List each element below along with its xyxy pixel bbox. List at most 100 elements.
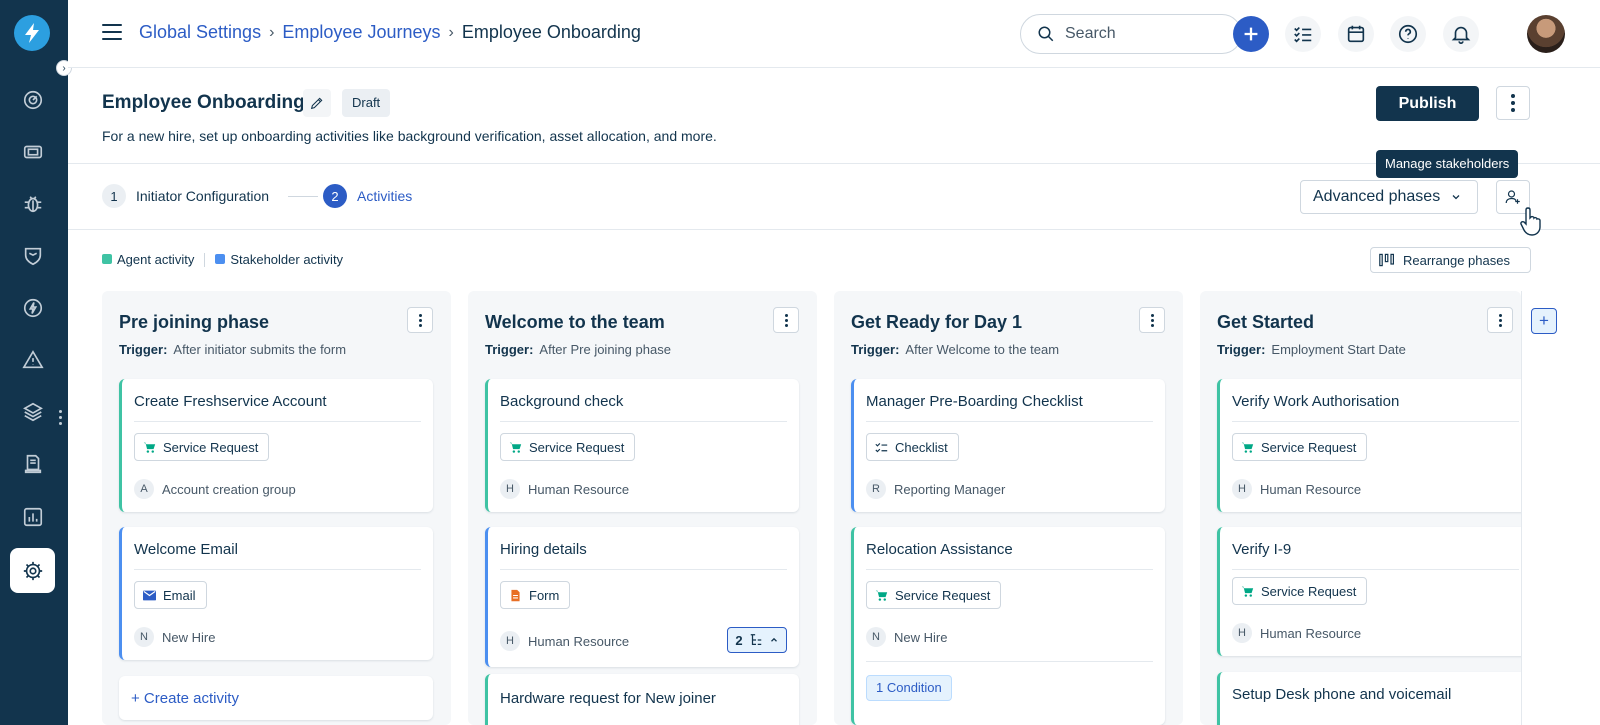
rearrange-phases-button[interactable]: Rearrange phases	[1370, 247, 1531, 273]
stepper: 1 Initiator Configuration 2 Activities A…	[68, 164, 1600, 230]
breadcrumb-separator-icon: ›	[448, 23, 454, 41]
search-icon	[1038, 26, 1054, 42]
activity-type-tag: Checklist	[866, 433, 959, 461]
activity-assignee: H Human Resource	[500, 479, 629, 499]
phase-more-button[interactable]	[773, 307, 799, 333]
activity-title: Hardware request for New joiner	[500, 690, 716, 707]
assignee-name: Human Resource	[528, 481, 630, 497]
assignee-name: Account creation group	[162, 481, 296, 497]
tree-icon	[750, 634, 761, 645]
activity-title: Verify Work Authorisation	[1232, 393, 1400, 410]
condition-badge[interactable]: 1 Condition	[866, 675, 952, 701]
activity-type-tag: Email	[134, 581, 207, 609]
bell-icon	[1451, 26, 1471, 44]
activity-card[interactable]: Verify Work Authorisation Service Reques…	[1217, 379, 1521, 512]
help-button[interactable]	[1390, 16, 1426, 52]
publish-button[interactable]: Publish	[1376, 86, 1479, 121]
activity-assignee: N New Hire	[134, 627, 215, 647]
activity-assignee: R Reporting Manager	[866, 479, 1005, 499]
activity-type-tag: Form	[500, 581, 571, 609]
menu-hamburger-icon[interactable]	[102, 24, 122, 40]
assignee-initial: N	[866, 627, 886, 647]
legend-stakeholder: Stakeholder activity	[215, 252, 343, 267]
activity-assignee: A Account creation group	[134, 479, 296, 499]
sidebar-item-tickets[interactable]	[14, 133, 52, 171]
step-initiator-configuration[interactable]: 1 Initiator Configuration	[102, 184, 269, 208]
trigger-value: Employment Start Date	[1271, 342, 1406, 357]
tag-label: Service Request	[529, 439, 625, 455]
cart-icon	[509, 442, 522, 453]
sidebar-drag-handle-icon[interactable]	[59, 410, 63, 425]
freshservice-logo-icon[interactable]	[14, 15, 50, 51]
step-number: 1	[102, 184, 126, 208]
top-bar: Global Settings › Employee Journeys › Em…	[68, 0, 1600, 68]
activity-card[interactable]: Setup Desk phone and voicemail	[1217, 672, 1521, 725]
search-input[interactable]: Search	[1020, 14, 1242, 54]
breadcrumb: Global Settings › Employee Journeys › Em…	[139, 22, 641, 43]
sidebar-item-assets[interactable]	[14, 393, 52, 431]
avatar[interactable]	[1527, 15, 1565, 53]
sidebar-item-releases[interactable]	[14, 289, 52, 327]
activity-card[interactable]: Hiring details Form H Human Resource 2	[485, 527, 799, 667]
notifications-button[interactable]	[1443, 16, 1479, 52]
activity-card[interactable]: Hardware request for New joiner	[485, 674, 799, 725]
calendar-icon	[1347, 25, 1365, 43]
add-phase-column: +	[1521, 291, 1563, 725]
sidebar-item-dashboard[interactable]	[14, 81, 52, 119]
breadcrumb-link-global-settings[interactable]: Global Settings	[139, 22, 261, 43]
shield-icon	[24, 247, 42, 266]
add-user-icon	[1505, 190, 1520, 204]
todo-button[interactable]	[1285, 16, 1321, 52]
add-phase-button[interactable]: +	[1531, 308, 1557, 334]
phase-title: Get Started	[1217, 312, 1315, 332]
sidebar-item-alerts[interactable]	[14, 341, 52, 379]
phase-title: Welcome to the team	[485, 312, 665, 332]
trigger-label: Trigger:	[851, 342, 900, 357]
activity-assignee: H Human Resource	[1232, 623, 1361, 643]
layers-icon	[23, 402, 43, 422]
activity-card[interactable]: Create Freshservice Account Service Requ…	[119, 379, 433, 512]
activity-card[interactable]: Verify I-9 Service Request H Human Resour…	[1217, 527, 1521, 656]
activity-card[interactable]: Background check Service Request H Human …	[485, 379, 799, 512]
child-activities-toggle[interactable]: 2	[727, 627, 787, 653]
phase-more-button[interactable]	[407, 307, 433, 333]
new-item-button[interactable]	[1233, 16, 1269, 52]
sidebar-item-admin[interactable]	[10, 548, 55, 593]
checklist-icon	[1294, 26, 1312, 43]
lightning-circle-icon	[23, 298, 43, 318]
create-activity-button[interactable]: + Create activity	[119, 676, 433, 720]
edit-title-button[interactable]	[303, 89, 331, 117]
activity-type-tag: Service Request	[866, 581, 1002, 609]
calendar-button[interactable]	[1338, 16, 1374, 52]
activity-assignee: N New Hire	[866, 627, 947, 647]
step-activities[interactable]: 2 Activities	[323, 184, 412, 208]
plus-icon	[1244, 27, 1258, 41]
cart-icon	[143, 442, 156, 453]
activity-card[interactable]: Manager Pre-Boarding Checklist Checklist…	[851, 379, 1165, 512]
phase-more-button[interactable]	[1139, 307, 1165, 333]
activity-title: Setup Desk phone and voicemail	[1232, 686, 1452, 703]
phase-more-button[interactable]	[1487, 307, 1513, 333]
phase-trigger: Trigger: After Welcome to the team	[851, 342, 1059, 357]
more-options-button[interactable]	[1496, 86, 1530, 120]
sidebar-item-changes[interactable]	[14, 237, 52, 275]
phase-column: Get Started Trigger: Employment Start Dat…	[1200, 291, 1521, 725]
activity-title: Welcome Email	[134, 541, 238, 558]
step-label: Activities	[357, 188, 413, 204]
step-label: Initiator Configuration	[136, 188, 270, 204]
activity-type-tag: Service Request	[1232, 577, 1368, 605]
activity-card[interactable]: Welcome Email Email N New Hire	[119, 527, 433, 660]
sidebar-item-solutions[interactable]	[14, 445, 52, 483]
activity-title: Relocation Assistance	[866, 541, 1013, 558]
sidebar-item-reports[interactable]	[14, 498, 52, 536]
page-title: Employee Onboarding	[102, 92, 305, 113]
breadcrumb-link-employee-journeys[interactable]: Employee Journeys	[282, 22, 440, 43]
activity-legend: Agent activity Stakeholder activity	[102, 252, 343, 267]
legend-stakeholder-label: Stakeholder activity	[230, 252, 344, 267]
sidebar-item-problems[interactable]	[14, 185, 52, 223]
activity-card[interactable]: Relocation Assistance Service Request NN…	[851, 527, 1165, 725]
advanced-phases-dropdown[interactable]: Advanced phases	[1300, 180, 1478, 214]
activity-title: Create Freshservice Account	[134, 393, 327, 410]
sidebar: ›	[0, 0, 72, 725]
tag-label: Service Request	[895, 587, 991, 603]
